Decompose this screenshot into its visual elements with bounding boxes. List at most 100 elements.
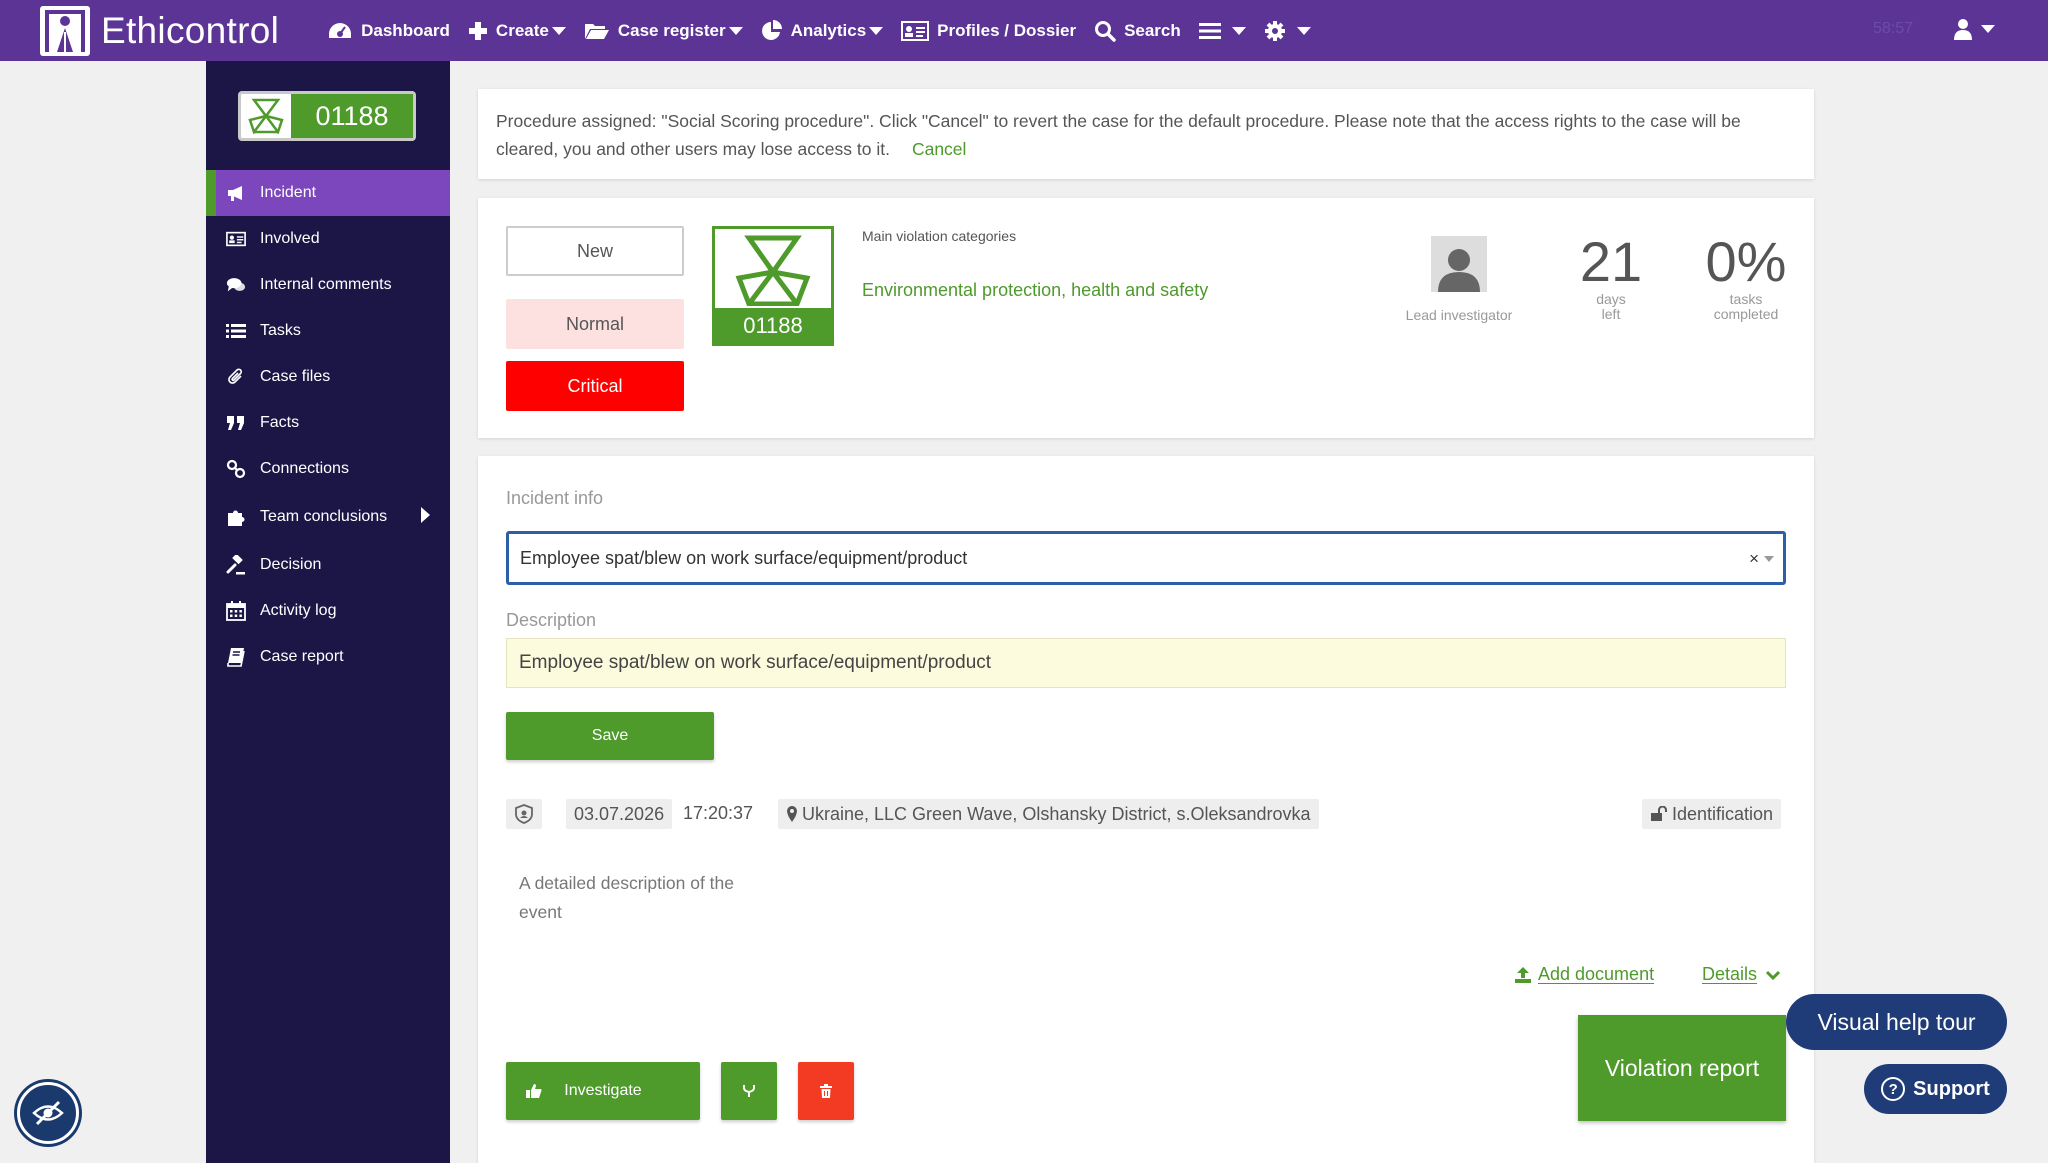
days-left-label-2: left [1601, 306, 1621, 322]
save-button[interactable]: Save [506, 712, 714, 760]
clear-icon[interactable]: × [1749, 549, 1759, 569]
status-critical-button[interactable]: Critical [506, 361, 684, 411]
id-card-icon [901, 20, 930, 41]
sidebar-item-facts[interactable]: Facts [206, 400, 450, 446]
sidebar-item-label: Tasks [260, 322, 301, 339]
plus-icon [468, 21, 487, 40]
days-left-label-1: days [1596, 291, 1626, 307]
thumbs-up-icon [526, 1084, 542, 1098]
sidebar-item-connections[interactable]: Connections [206, 446, 450, 492]
nav-search[interactable]: Search [1094, 20, 1181, 42]
days-left-stat: 21 days left [1571, 232, 1651, 322]
chevron-right-icon [421, 507, 430, 523]
sidebar-item-decision[interactable]: Decision [206, 542, 450, 588]
case-summary-card: New Normal Critical 01188 Main violation… [478, 198, 1814, 438]
nav-analytics[interactable]: Analytics [761, 19, 884, 42]
unlock-icon [1651, 806, 1667, 821]
lead-investigator-label: Lead investigator [1405, 307, 1513, 323]
days-left-value: 21 [1579, 230, 1643, 293]
upload-icon [1515, 966, 1531, 983]
incident-type-select[interactable]: Employee spat/blew on work surface/equip… [506, 531, 1786, 585]
sidebar-item-incident[interactable]: Incident [206, 170, 450, 216]
incident-info-label: Incident info [506, 488, 604, 508]
sidebar-item-label: Case files [260, 368, 331, 385]
dashboard-icon [329, 22, 352, 38]
caret-down-icon [728, 26, 743, 35]
link-icon [226, 459, 246, 479]
description-value: Employee spat/blew on work surface/equip… [519, 652, 992, 673]
search-icon [1095, 20, 1116, 42]
details-toggle[interactable]: Details [1702, 964, 1781, 985]
lead-investigator[interactable]: Lead investigator [1394, 236, 1524, 323]
sidebar-item-team-conclusions[interactable]: Team conclusions [206, 492, 450, 542]
trefoil-logo-icon [715, 229, 831, 311]
caret-down-icon [551, 26, 566, 35]
nav-dashboard[interactable]: Dashboard [327, 21, 450, 41]
case-number: 01188 [291, 94, 413, 138]
nav-analytics-label: Analytics [790, 20, 867, 40]
sidebar-item-label: Facts [260, 414, 300, 431]
add-document-link[interactable]: Add document [1514, 964, 1654, 985]
case-badge[interactable]: 01188 [238, 91, 416, 141]
sidebar-item-label: Case report [260, 648, 344, 665]
id-card-icon [226, 229, 246, 249]
support-button[interactable]: ? Support [1864, 1064, 2007, 1114]
nav-create-label: Create [495, 20, 549, 40]
tasks-completed-value: 0% [1705, 230, 1787, 293]
sidebar-item-case-report[interactable]: Case report [206, 634, 450, 680]
gavel-icon [226, 555, 246, 575]
dropdown-arrow-icon[interactable] [1764, 556, 1774, 562]
nav-profiles[interactable]: Profiles / Dossier [901, 20, 1076, 41]
identification-chip[interactable]: Identification [1642, 799, 1782, 829]
description-field[interactable]: Employee spat/blew on work surface/equip… [506, 638, 1786, 688]
main-nav: Dashboard Create Case register Analytics… [327, 19, 1329, 42]
notice-cancel-link[interactable]: Cancel [912, 139, 966, 159]
user-menu[interactable] [1953, 18, 1995, 40]
violation-report-button[interactable]: Violation report [1578, 1015, 1786, 1121]
sidebar: 01188 Incident Involved Internal comment… [206, 61, 450, 1163]
brand[interactable]: Ethicontrol [40, 5, 279, 56]
caret-down-icon [869, 26, 884, 35]
sidebar-item-label: Activity log [260, 602, 337, 619]
category-value[interactable]: Environmental protection, health and saf… [862, 280, 1208, 301]
incident-type-value: Employee spat/blew on work surface/equip… [520, 547, 968, 568]
accessibility-eye-off-icon[interactable] [17, 1082, 79, 1144]
status-new-button[interactable]: New [506, 226, 684, 276]
tasks-completed-stat: 0% tasks completed [1696, 232, 1796, 322]
folder-open-icon [584, 23, 609, 39]
tasks-completed-label-2: completed [1713, 306, 1779, 322]
user-icon [1954, 19, 1972, 40]
incident-location[interactable]: Ukraine, LLC Green Wave, Olshansky Distr… [778, 799, 1319, 829]
list-icon [226, 321, 246, 341]
sidebar-item-label: Team conclusions [260, 508, 388, 525]
sidebar-menu: Incident Involved Internal comments Task… [206, 170, 450, 680]
sidebar-item-internal-comments[interactable]: Internal comments [206, 262, 450, 308]
pie-chart-icon [761, 19, 782, 40]
megaphone-icon [226, 183, 246, 203]
sidebar-item-case-files[interactable]: Case files [206, 354, 450, 400]
sidebar-item-involved[interactable]: Involved [206, 216, 450, 262]
sidebar-item-activity-log[interactable]: Activity log [206, 588, 450, 634]
sidebar-item-label: Internal comments [260, 276, 392, 293]
brand-logo-icon [40, 5, 90, 56]
nav-hamburger-menu[interactable] [1198, 22, 1246, 40]
sidebar-item-tasks[interactable]: Tasks [206, 308, 450, 354]
incident-date: 03.07.2026 [566, 799, 673, 829]
shield-badge[interactable] [506, 799, 542, 829]
nav-settings[interactable] [1264, 20, 1311, 42]
sidebar-item-label: Decision [260, 556, 322, 573]
caret-down-icon [1981, 25, 1995, 33]
nav-case-register[interactable]: Case register [584, 21, 743, 41]
sidebar-item-label: Involved [260, 230, 320, 247]
visual-help-tour-button[interactable]: Visual help tour [1786, 994, 2007, 1050]
merge-button[interactable] [721, 1062, 777, 1120]
nav-search-label: Search [1124, 20, 1181, 40]
investigate-button[interactable]: Investigate [506, 1062, 700, 1120]
identification-label: Identification [1672, 803, 1774, 824]
category-label: Main violation categories [862, 228, 1017, 244]
nav-case-register-label: Case register [617, 20, 726, 40]
status-normal-button[interactable]: Normal [506, 299, 684, 349]
details-label: Details [1702, 964, 1758, 984]
nav-create[interactable]: Create [468, 21, 566, 41]
delete-button[interactable] [798, 1062, 854, 1120]
